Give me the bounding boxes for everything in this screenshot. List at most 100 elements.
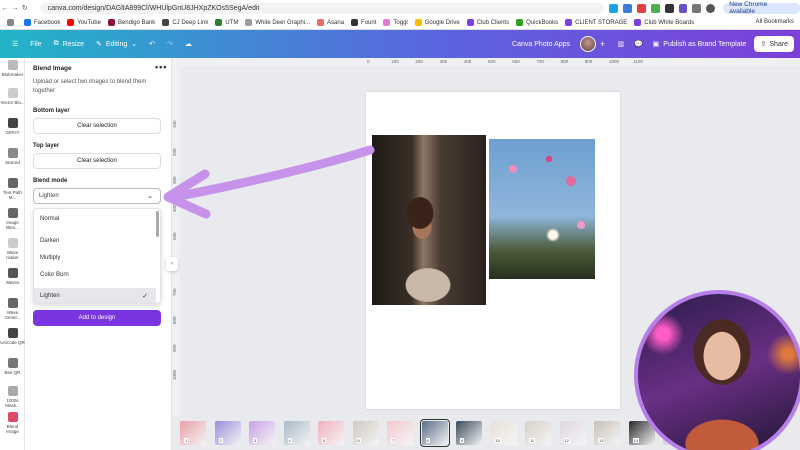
collapse-panel-button[interactable]: ‹ bbox=[166, 257, 178, 271]
bookmark-label: Club White Boards bbox=[644, 19, 695, 26]
comment-icon[interactable]: 💬 bbox=[634, 40, 643, 48]
page-thumbnail[interactable]: 11 bbox=[525, 421, 551, 445]
address-bar[interactable]: canva.com/design/DAGltA899Cl/WHUlpGnU8JH… bbox=[39, 2, 605, 14]
rail-app-item[interactable]: Wave maker bbox=[0, 238, 25, 260]
publish-brand-template-button[interactable]: ▣ Publish as Brand Template bbox=[653, 40, 747, 49]
file-label: File bbox=[30, 40, 42, 48]
rail-app-item[interactable]: Unicode QR bbox=[0, 328, 25, 345]
browser-toolbar: ← → ↻ canva.com/design/DAGltA899Cl/WHUlp… bbox=[0, 0, 800, 16]
rail-app-item[interactable]: Text Path M... bbox=[0, 178, 25, 200]
add-icon[interactable]: + bbox=[600, 39, 605, 49]
bookmark-item[interactable]: Facebook bbox=[24, 19, 60, 26]
ruler-tick-label: 300 bbox=[439, 59, 448, 64]
bookmark-item[interactable]: CLIENT STORAGE bbox=[565, 19, 627, 26]
ruler-tick-label: 500 bbox=[488, 59, 496, 64]
extension-icon[interactable] bbox=[609, 3, 618, 13]
bookmark-item[interactable]: Fount bbox=[351, 19, 376, 26]
page-thumbnail[interactable]: 4 bbox=[283, 421, 310, 445]
avatar[interactable] bbox=[580, 36, 597, 52]
extension-icon[interactable] bbox=[622, 3, 632, 13]
blend-option-color-burn[interactable]: Color Burn bbox=[34, 267, 156, 282]
chrome-update-button[interactable]: New Chrome available bbox=[723, 1, 800, 15]
reload-icon[interactable]: ↻ bbox=[20, 4, 30, 12]
extension-icon[interactable] bbox=[678, 3, 688, 13]
page-thumbnail[interactable]: 9 bbox=[456, 421, 482, 445]
app-icon bbox=[7, 208, 18, 218]
page-thumbnail[interactable]: 5 bbox=[318, 421, 344, 445]
panel-title: Blend Image bbox=[33, 65, 72, 72]
rail-app-label: Wave maker bbox=[6, 250, 19, 260]
back-icon[interactable]: ← bbox=[0, 5, 10, 12]
clear-label: Clear selection bbox=[77, 158, 117, 164]
option-label: Normal bbox=[40, 215, 60, 222]
extension-icon[interactable] bbox=[664, 3, 674, 13]
apps-icon[interactable] bbox=[7, 19, 17, 26]
more-options-icon[interactable]: ••• bbox=[155, 62, 167, 72]
page-thumbnail[interactable]: 12 bbox=[559, 421, 586, 445]
option-label: Color Burn bbox=[40, 271, 69, 278]
bookmark-item[interactable]: QuickBooks bbox=[516, 19, 558, 26]
bookmark-item[interactable]: Club Clients bbox=[466, 19, 509, 26]
ruler-tick-label: 900 bbox=[584, 59, 593, 64]
ruler-tick-label: 400 bbox=[172, 204, 177, 212]
bookmark-item[interactable]: Toggl bbox=[383, 19, 408, 26]
page-thumbnail[interactable]: 10 bbox=[490, 421, 517, 445]
forward-icon[interactable]: → bbox=[10, 5, 20, 12]
page-thumbnail[interactable]: 7 bbox=[387, 421, 413, 445]
extension-icon[interactable] bbox=[636, 3, 646, 13]
dropdown-scrollbar[interactable] bbox=[156, 211, 159, 237]
menu-icon[interactable]: ☰ bbox=[12, 40, 18, 48]
rail-app-item[interactable]: Image Blen... bbox=[0, 208, 25, 230]
cloud-sync-icon[interactable]: ☁ bbox=[185, 40, 192, 48]
blend-option-multiply[interactable]: Multiply bbox=[34, 250, 156, 265]
bookmark-item[interactable]: White Deer Graphi... bbox=[245, 19, 310, 26]
share-button[interactable]: ⇪ Share bbox=[754, 36, 794, 52]
bookmark-item[interactable]: UTM bbox=[215, 19, 238, 26]
blend-option-lighten[interactable]: Lighten ✓ bbox=[34, 288, 156, 303]
resize-button[interactable]: ⧉ Resize bbox=[54, 40, 84, 48]
bookmark-item[interactable]: Asana bbox=[317, 19, 344, 26]
rail-app-item[interactable]: GIPHY bbox=[0, 118, 25, 135]
page-thumbnail[interactable]: 13 bbox=[594, 421, 620, 445]
analytics-icon[interactable]: ▥ bbox=[617, 40, 624, 48]
all-bookmarks[interactable]: All Bookmarks bbox=[756, 19, 794, 25]
add-to-design-button[interactable]: Add to design bbox=[33, 310, 161, 326]
rail-app-item[interactable]: Bee QR bbox=[0, 358, 25, 375]
bookmark-item[interactable]: Bendigo Bank bbox=[107, 19, 155, 26]
rail-app-item[interactable]: Blend Image bbox=[0, 412, 25, 434]
rail-app-item[interactable]: Starred bbox=[0, 148, 25, 165]
extensions-icon[interactable] bbox=[692, 3, 702, 13]
bookmark-item[interactable]: Club White Boards bbox=[634, 19, 694, 26]
page-thumbnail[interactable]: 6 bbox=[352, 421, 379, 445]
bookmark-item[interactable]: YouTube bbox=[67, 19, 101, 26]
bookmarks-bar: Facebook YouTube Bendigo Bank CJ Deep Link U… bbox=[0, 16, 800, 30]
portrait-photo[interactable] bbox=[372, 135, 486, 305]
rail-app-item[interactable]: Blobmaker bbox=[0, 60, 25, 77]
page-thumbnail[interactable]: 2 bbox=[214, 421, 241, 445]
ruler-tick-label: 800 bbox=[560, 59, 569, 64]
blend-option-normal[interactable]: Normal bbox=[34, 211, 156, 226]
rail-app-item[interactable]: Waves bbox=[0, 268, 25, 285]
blend-option-darken[interactable]: Darken bbox=[34, 233, 156, 248]
bookmark-item[interactable]: CJ Deep Link bbox=[162, 19, 208, 26]
clear-bottom-layer-button[interactable]: Clear selection bbox=[33, 118, 161, 134]
redo-icon[interactable]: ↷ bbox=[167, 40, 173, 48]
flowers-photo[interactable] bbox=[489, 139, 595, 279]
clear-top-layer-button[interactable]: Clear selection bbox=[33, 153, 161, 169]
extension-icon[interactable] bbox=[650, 3, 660, 13]
rail-app-item[interactable]: Wave Gener... bbox=[0, 298, 25, 320]
undo-icon[interactable]: ↶ bbox=[149, 40, 155, 48]
file-menu[interactable]: File bbox=[30, 41, 41, 48]
app-name[interactable]: Canva Photo Apps bbox=[512, 41, 570, 48]
ruler-tick-label: 200 bbox=[172, 148, 177, 156]
bookmark-item[interactable]: Google Drive bbox=[414, 19, 460, 26]
page-thumbnail[interactable]: 1 bbox=[180, 421, 206, 445]
blend-mode-select[interactable]: Lighten ⌄ bbox=[33, 188, 161, 204]
profile-icon[interactable] bbox=[706, 3, 716, 13]
page-thumbnail[interactable]: 3 bbox=[249, 421, 275, 445]
rail-app-item[interactable]: Vector Blo... bbox=[0, 88, 25, 105]
editing-mode-button[interactable]: ✎ Editing ⌄ bbox=[96, 40, 137, 49]
rail-app-item[interactable]: 1000s Mask... bbox=[0, 386, 25, 408]
bookmark-icon bbox=[107, 19, 115, 26]
page-thumbnail[interactable]: 8 bbox=[419, 419, 450, 447]
